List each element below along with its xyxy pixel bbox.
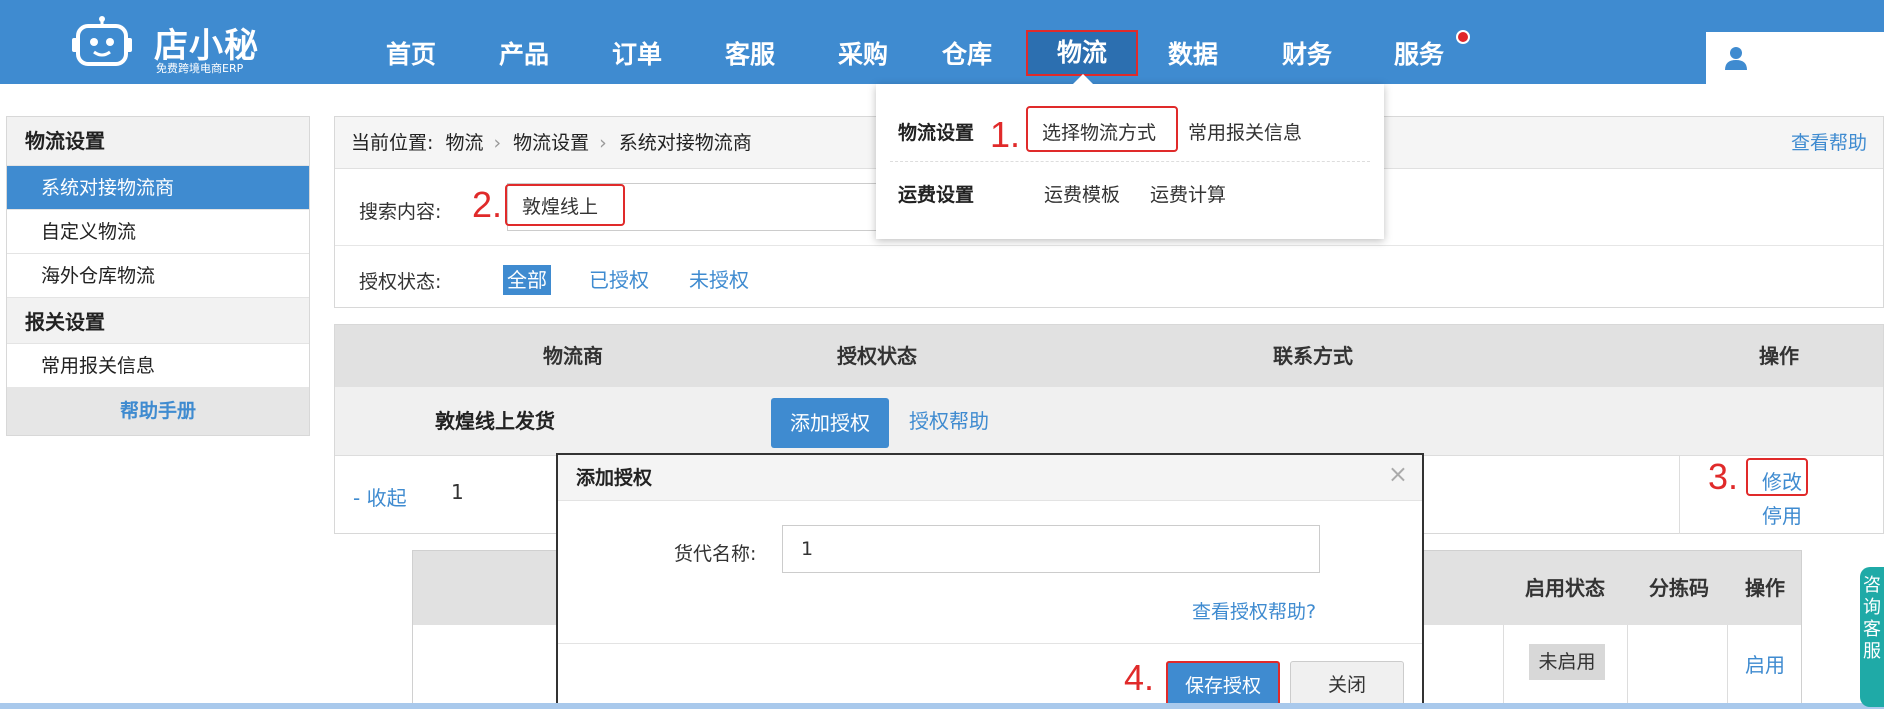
consult-service-tab[interactable]: 咨询客服 bbox=[1860, 567, 1884, 707]
dropdown-item-select-logistics[interactable]: 选择物流方式 bbox=[1042, 118, 1156, 145]
nav-orders[interactable]: 订单 bbox=[592, 30, 682, 80]
add-authorization-dialog: 添加授权 × 货代名称: 1 查看授权帮助? 4. 保存授权 关闭 bbox=[556, 453, 1424, 709]
sidebar-section-logistics-settings: 物流设置 bbox=[7, 117, 309, 165]
nav-customer-service[interactable]: 客服 bbox=[705, 30, 795, 80]
breadcrumb-current: 系统对接物流商 bbox=[618, 132, 752, 154]
column-header-carrier: 物流商 bbox=[543, 344, 603, 368]
table-header-row: 物流商 授权状态 联系方式 操作 bbox=[335, 325, 1883, 387]
dropdown-item-freight-template[interactable]: 运费模板 bbox=[1044, 180, 1120, 207]
search-highlight-box bbox=[505, 184, 625, 226]
dropdown-group-freight-settings: 运费设置 bbox=[898, 184, 975, 206]
logistics-dropdown-menu: 物流设置 1. 选择物流方式 常用报关信息 运费设置 运费模板 运费计算 bbox=[876, 84, 1384, 239]
forwarder-name-input[interactable]: 1 bbox=[782, 525, 1320, 573]
breadcrumb-chevron-icon: › bbox=[599, 132, 607, 154]
column-header-contact: 联系方式 bbox=[1273, 344, 1353, 368]
sidebar-help-manual[interactable]: 帮助手册 bbox=[7, 387, 309, 435]
carrier-name: 敦煌线上发货 bbox=[435, 409, 555, 433]
annotation-step-2: 2. bbox=[472, 184, 503, 225]
close-dialog-button[interactable]: 关闭 bbox=[1290, 661, 1404, 709]
nav-purchasing[interactable]: 采购 bbox=[818, 30, 908, 80]
dropdown-separator bbox=[890, 161, 1370, 162]
consult-service-label: 咨询客服 bbox=[1863, 575, 1881, 662]
edit-highlight-box bbox=[1746, 458, 1808, 496]
disable-link[interactable]: 停用 bbox=[1762, 500, 1802, 529]
robot-logo-icon bbox=[72, 16, 132, 66]
brand-slogan: 免费跨境电商ERP bbox=[156, 62, 244, 75]
row-index: 1 bbox=[451, 480, 464, 504]
collapse-link[interactable]: - 收起 bbox=[353, 482, 407, 511]
user-menu[interactable] bbox=[1706, 32, 1884, 84]
user-icon bbox=[1725, 47, 1747, 70]
auth-status-label: 授权状态: bbox=[359, 271, 442, 293]
sidebar-item-system-carriers[interactable]: 系统对接物流商 bbox=[7, 165, 309, 209]
breadcrumb-item[interactable]: 物流 bbox=[445, 132, 483, 154]
search-label: 搜索内容: bbox=[359, 201, 442, 223]
authorization-help-link[interactable]: 查看授权帮助? bbox=[1192, 597, 1316, 624]
sidebar-item-overseas-warehouse[interactable]: 海外仓库物流 bbox=[7, 253, 309, 297]
notification-dot bbox=[1456, 30, 1470, 44]
breadcrumb-item[interactable]: 物流设置 bbox=[513, 132, 589, 154]
status-badge: 未启用 bbox=[1529, 644, 1605, 680]
column-header-sort-code: 分拣码 bbox=[1649, 576, 1709, 600]
sidebar: 物流设置 系统对接物流商 自定义物流 海外仓库物流 报关设置 常用报关信息 帮助… bbox=[6, 116, 310, 436]
dialog-title: 添加授权 bbox=[576, 467, 653, 489]
authorization-help-link[interactable]: 授权帮助 bbox=[909, 387, 989, 455]
logo[interactable]: 店小秘 免费跨境电商ERP bbox=[70, 4, 270, 76]
dropdown-item-customs-info[interactable]: 常用报关信息 bbox=[1188, 118, 1302, 145]
column-header-auth-status: 授权状态 bbox=[837, 344, 917, 368]
annotation-step-4: 4. bbox=[1124, 657, 1155, 698]
filter-divider bbox=[335, 245, 1883, 246]
sidebar-item-custom-logistics[interactable]: 自定义物流 bbox=[7, 209, 309, 253]
column-divider bbox=[1503, 625, 1504, 709]
add-authorization-button[interactable]: 添加授权 bbox=[771, 398, 889, 448]
dropdown-group-logistics-settings: 物流设置 bbox=[898, 122, 975, 144]
annotation-step-3: 3. bbox=[1708, 456, 1739, 497]
nav-products[interactable]: 产品 bbox=[479, 30, 569, 80]
status-filter-unauthorized[interactable]: 未授权 bbox=[689, 265, 749, 295]
dropdown-item-freight-calculator[interactable]: 运费计算 bbox=[1150, 180, 1226, 207]
status-filter-all[interactable]: 全部 bbox=[503, 265, 551, 295]
annotation-step-1: 1. bbox=[990, 114, 1021, 155]
column-header-actions: 操作 bbox=[1759, 344, 1799, 368]
nav-finance[interactable]: 财务 bbox=[1262, 30, 1352, 80]
close-icon[interactable]: × bbox=[1388, 459, 1408, 489]
dialog-footer-divider bbox=[558, 643, 1422, 644]
nav-home[interactable]: 首页 bbox=[366, 30, 456, 80]
nav-logistics[interactable]: 物流 bbox=[1026, 30, 1138, 76]
bottom-strip bbox=[0, 703, 1884, 709]
dialog-header: 添加授权 × bbox=[558, 455, 1422, 501]
nav-warehouse[interactable]: 仓库 bbox=[922, 30, 1012, 80]
column-header-enable-status: 启用状态 bbox=[1525, 576, 1605, 600]
forwarder-name-label: 货代名称: bbox=[674, 543, 757, 565]
column-header-sub-actions: 操作 bbox=[1745, 576, 1785, 600]
sidebar-item-customs-info[interactable]: 常用报关信息 bbox=[7, 343, 309, 387]
nav-data[interactable]: 数据 bbox=[1148, 30, 1238, 80]
view-help-link[interactable]: 查看帮助 bbox=[1791, 117, 1867, 169]
column-divider bbox=[1627, 625, 1628, 709]
breadcrumb-chevron-icon: › bbox=[493, 132, 502, 154]
table-row: 敦煌线上发货 添加授权 授权帮助 bbox=[335, 387, 1883, 455]
status-filter-authorized[interactable]: 已授权 bbox=[589, 265, 649, 295]
nav-services[interactable]: 服务 bbox=[1374, 30, 1464, 80]
column-divider bbox=[1727, 625, 1728, 709]
enable-link[interactable]: 启用 bbox=[1745, 649, 1785, 678]
save-authorization-button[interactable]: 保存授权 bbox=[1166, 661, 1280, 709]
dropdown-caret bbox=[1073, 74, 1093, 84]
sidebar-section-customs-settings: 报关设置 bbox=[7, 297, 309, 345]
breadcrumb-prefix: 当前位置: bbox=[351, 132, 434, 154]
top-navigation-bar: 店小秘 免费跨境电商ERP 首页 产品 订单 客服 采购 仓库 物流 数据 财务… bbox=[0, 0, 1884, 84]
